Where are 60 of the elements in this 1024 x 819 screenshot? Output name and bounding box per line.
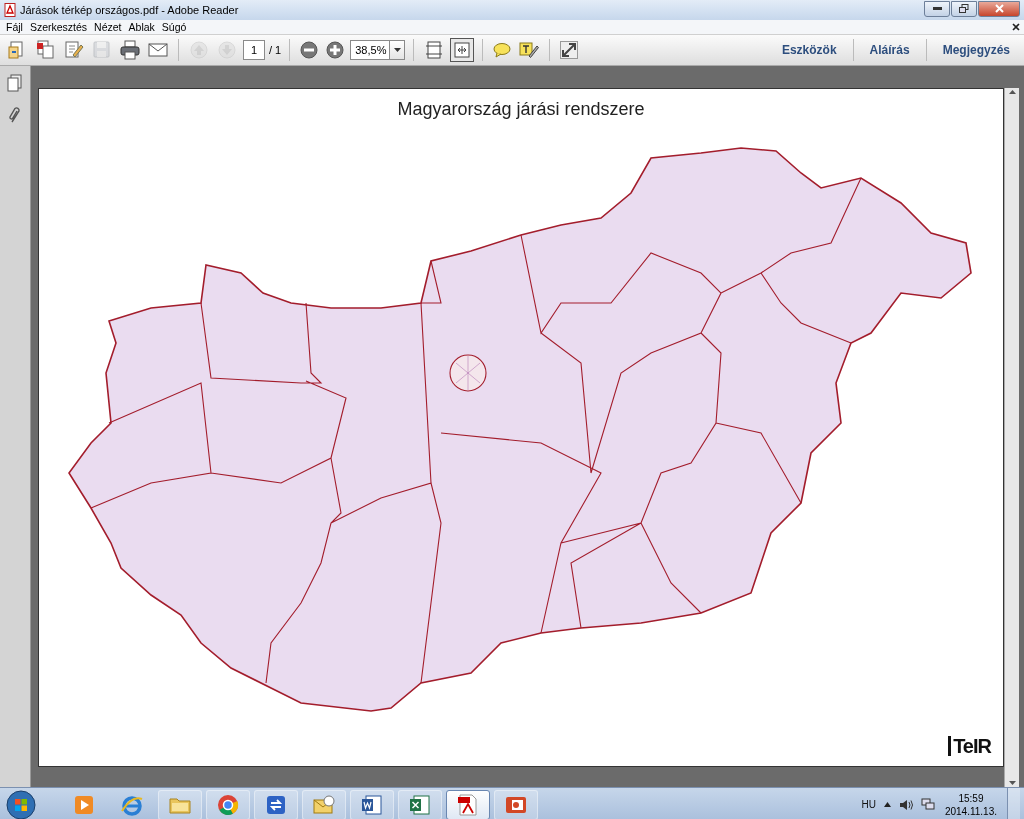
start-button[interactable] bbox=[4, 788, 38, 819]
save-icon bbox=[92, 40, 112, 60]
expand-arrows-icon bbox=[560, 41, 579, 59]
text-pen-icon bbox=[519, 41, 540, 59]
close-document-icon[interactable] bbox=[1012, 23, 1020, 31]
menu-item[interactable]: Ablak bbox=[126, 21, 160, 33]
word-document-icon bbox=[360, 792, 384, 817]
envelope-clock-icon bbox=[312, 792, 336, 817]
page-scroll-icon bbox=[425, 41, 444, 59]
restore-button[interactable] bbox=[951, 0, 977, 17]
full-screen-button[interactable] bbox=[558, 38, 581, 62]
page-count: / 1 bbox=[269, 44, 282, 56]
speech-bubble-icon bbox=[493, 42, 512, 58]
windows-logo-icon bbox=[6, 789, 36, 819]
spreadsheet-icon bbox=[408, 792, 432, 817]
panel-button[interactable]: Eszközök bbox=[773, 38, 845, 62]
pdf-document-icon bbox=[456, 792, 480, 817]
combine-files-icon bbox=[36, 40, 56, 60]
fit-page-button[interactable] bbox=[450, 38, 475, 62]
print-icon bbox=[120, 40, 140, 60]
menu-item[interactable]: Szerkesztés bbox=[27, 21, 93, 33]
show-hidden-icons-icon[interactable] bbox=[883, 802, 891, 807]
minus-icon bbox=[300, 41, 319, 59]
scrollbar[interactable] bbox=[1004, 88, 1019, 787]
chrome-icon bbox=[216, 792, 240, 817]
zoom-field[interactable]: 38,5% bbox=[350, 40, 391, 60]
edit-document-icon bbox=[64, 40, 84, 60]
scroll-down-icon bbox=[1008, 781, 1016, 785]
zoom-dropdown[interactable] bbox=[390, 40, 406, 60]
pages-icon[interactable] bbox=[7, 74, 23, 92]
menu-item[interactable]: Súgó bbox=[159, 21, 192, 33]
taskbar-app-button[interactable] bbox=[446, 789, 490, 819]
map-title: Magyarország járási rendszere bbox=[397, 99, 645, 120]
fit-page-icon bbox=[453, 41, 472, 59]
page-number-field[interactable]: 1 bbox=[243, 40, 265, 60]
caret-icon bbox=[393, 48, 401, 52]
zoom-in-button[interactable] bbox=[324, 38, 347, 62]
clock-date: 2014.11.13. bbox=[944, 804, 997, 818]
close-button[interactable] bbox=[978, 0, 1020, 17]
close-icon bbox=[994, 4, 1004, 13]
panel-button[interactable]: Aláírás bbox=[861, 38, 918, 62]
plus-icon bbox=[326, 41, 345, 59]
logo-text: TeIR bbox=[948, 736, 991, 756]
scroll-up-icon bbox=[1008, 90, 1016, 94]
print-button[interactable] bbox=[118, 38, 142, 62]
panel-button[interactable]: Megjegyzés bbox=[934, 38, 1018, 62]
restore-icon bbox=[959, 4, 969, 13]
zoom-out-button[interactable] bbox=[298, 38, 321, 62]
window-title: Járások térkép országos.pdf - Adobe Reader bbox=[20, 4, 239, 16]
volume-icon[interactable] bbox=[898, 798, 913, 811]
clock-time: 15:59 bbox=[958, 791, 984, 805]
minimize-button[interactable] bbox=[924, 0, 950, 17]
pdf-file-icon bbox=[4, 3, 16, 17]
minimize-icon bbox=[932, 7, 942, 10]
language-indicator[interactable]: HU bbox=[861, 799, 876, 810]
paperclip-icon[interactable] bbox=[8, 106, 22, 124]
menu-item[interactable]: Fájl bbox=[4, 21, 28, 33]
email-icon bbox=[148, 40, 168, 60]
network-icon[interactable] bbox=[920, 798, 935, 811]
menu-item[interactable]: Nézet bbox=[92, 21, 127, 33]
